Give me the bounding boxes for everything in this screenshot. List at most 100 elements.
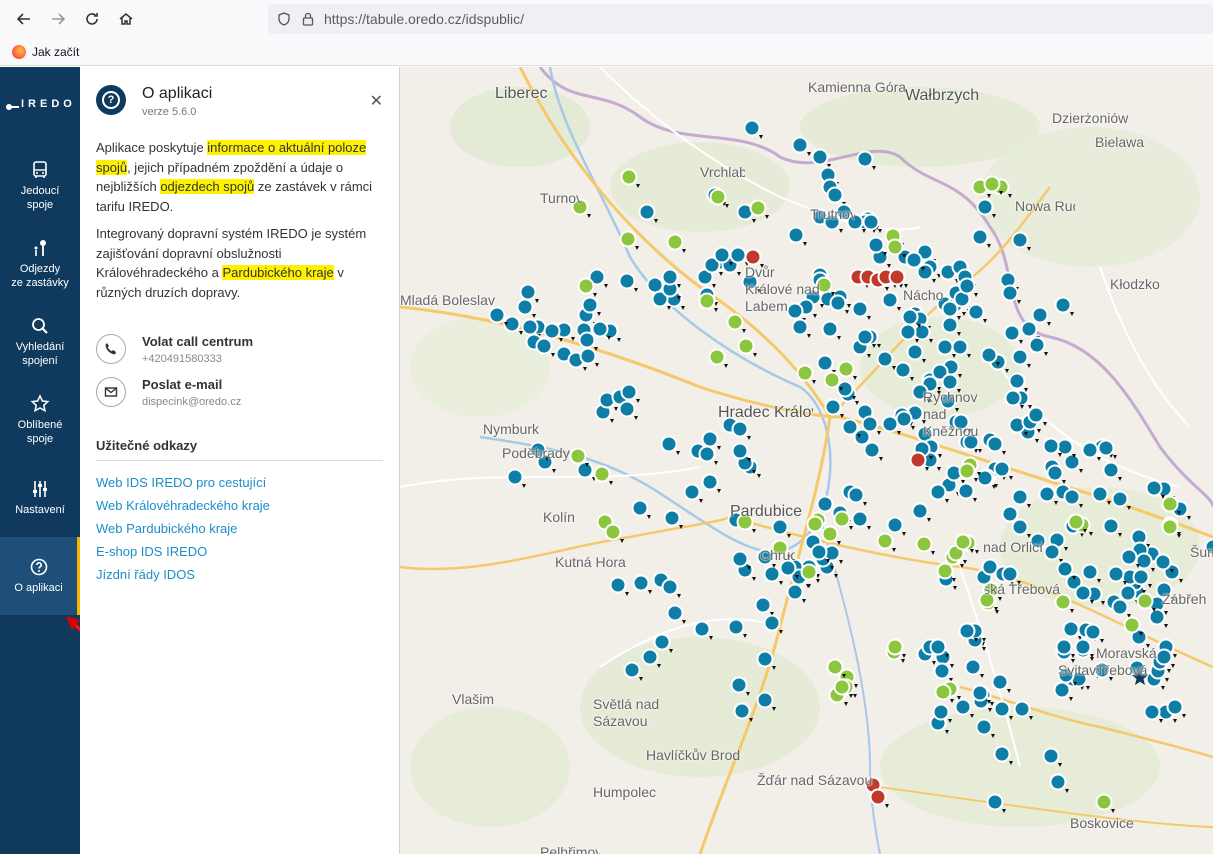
vehicle-marker-early[interactable] bbox=[833, 678, 851, 696]
vehicle-marker-on-time[interactable] bbox=[660, 435, 678, 453]
vehicle-marker-early[interactable] bbox=[954, 533, 972, 551]
vehicle-marker-on-time[interactable] bbox=[581, 296, 599, 314]
vehicle-marker-on-time[interactable] bbox=[1027, 406, 1045, 424]
vehicle-marker-on-time[interactable] bbox=[713, 246, 731, 264]
vehicle-marker-on-time[interactable] bbox=[856, 150, 874, 168]
vehicle-marker-on-time[interactable] bbox=[756, 691, 774, 709]
map-view[interactable]: Liberec Kamienna Góra Wałbrzych Dzierżon… bbox=[400, 67, 1213, 854]
vehicle-marker-on-time[interactable] bbox=[683, 483, 701, 501]
vehicle-marker-on-time[interactable] bbox=[1008, 372, 1026, 390]
back-button[interactable] bbox=[8, 3, 40, 35]
vehicle-marker-on-time[interactable] bbox=[754, 596, 772, 614]
vehicle-marker-on-time[interactable] bbox=[933, 662, 951, 680]
vehicle-marker-on-time[interactable] bbox=[1132, 568, 1150, 586]
vehicle-marker-on-time[interactable] bbox=[881, 415, 899, 433]
vehicle-marker-on-time[interactable] bbox=[731, 550, 749, 568]
vehicle-marker-on-time[interactable] bbox=[1107, 565, 1125, 583]
vehicle-marker-on-time[interactable] bbox=[929, 483, 947, 501]
vehicle-marker-on-time[interactable] bbox=[1102, 517, 1120, 535]
vehicle-marker-on-time[interactable] bbox=[816, 354, 834, 372]
vehicle-marker-early[interactable] bbox=[886, 238, 904, 256]
vehicle-marker-on-time[interactable] bbox=[646, 276, 664, 294]
vehicle-marker-early[interactable] bbox=[821, 525, 839, 543]
vehicle-marker-on-time[interactable] bbox=[895, 410, 913, 428]
vehicle-marker-delayed[interactable] bbox=[869, 788, 887, 806]
vehicle-marker-on-time[interactable] bbox=[519, 283, 537, 301]
vehicle-marker-on-time[interactable] bbox=[1011, 488, 1029, 506]
vehicle-marker-early[interactable] bbox=[1067, 513, 1085, 531]
vehicle-marker-on-time[interactable] bbox=[1011, 348, 1029, 366]
vehicle-marker-on-time[interactable] bbox=[851, 510, 869, 528]
vehicle-marker-on-time[interactable] bbox=[929, 638, 947, 656]
vehicle-marker-early[interactable] bbox=[886, 638, 904, 656]
vehicle-marker-on-time[interactable] bbox=[623, 661, 641, 679]
vehicle-marker-early[interactable] bbox=[1136, 592, 1154, 610]
vehicle-marker-on-time[interactable] bbox=[906, 343, 924, 361]
vehicle-marker-early[interactable] bbox=[708, 348, 726, 366]
vehicle-marker-on-time[interactable] bbox=[1148, 608, 1166, 626]
vehicle-marker-on-time[interactable] bbox=[578, 331, 596, 349]
vehicle-marker-early[interactable] bbox=[823, 371, 841, 389]
link-idos[interactable]: Jízdní řády IDOS bbox=[96, 567, 383, 583]
vehicle-marker-early[interactable] bbox=[936, 562, 954, 580]
vehicle-marker-on-time[interactable] bbox=[1074, 638, 1092, 656]
vehicle-marker-on-time[interactable] bbox=[771, 518, 789, 536]
sidebar-item-departures[interactable]: Odjezdy ze zastávky bbox=[0, 225, 80, 303]
vehicle-marker-on-time[interactable] bbox=[986, 793, 1004, 811]
vehicle-marker-on-time[interactable] bbox=[991, 673, 1009, 691]
vehicle-marker-on-time[interactable] bbox=[618, 272, 636, 290]
vehicle-marker-on-time[interactable] bbox=[824, 398, 842, 416]
sidebar-item-running-connections[interactable]: Jedoucí spoje bbox=[0, 147, 80, 225]
vehicle-marker-on-time[interactable] bbox=[971, 228, 989, 246]
vehicle-marker-early[interactable] bbox=[666, 233, 684, 251]
vehicle-marker-on-time[interactable] bbox=[899, 323, 917, 341]
vehicle-marker-on-time[interactable] bbox=[632, 574, 650, 592]
vehicle-marker-on-time[interactable] bbox=[976, 198, 994, 216]
vehicle-marker-on-time[interactable] bbox=[661, 268, 679, 286]
vehicle-marker-on-time[interactable] bbox=[576, 461, 594, 479]
home-button[interactable] bbox=[110, 3, 142, 35]
vehicle-marker-on-time[interactable] bbox=[1111, 598, 1129, 616]
link-pardubice-region[interactable]: Web Pardubického kraje bbox=[96, 521, 383, 537]
vehicle-marker-on-time[interactable] bbox=[811, 148, 829, 166]
vehicle-marker-on-time[interactable] bbox=[1145, 479, 1163, 497]
vehicle-marker-on-time[interactable] bbox=[863, 441, 881, 459]
vehicle-marker-on-time[interactable] bbox=[698, 445, 716, 463]
vehicle-marker-on-time[interactable] bbox=[916, 263, 934, 281]
vehicle-marker-on-time[interactable] bbox=[1013, 700, 1031, 718]
vehicle-marker-on-time[interactable] bbox=[829, 294, 847, 312]
close-icon[interactable]: ✕ bbox=[370, 91, 383, 111]
vehicle-marker-on-time[interactable] bbox=[1001, 565, 1019, 583]
vehicle-marker-early[interactable] bbox=[709, 188, 727, 206]
call-center-contact[interactable]: Volat call centrum +420491580333 bbox=[96, 334, 383, 365]
vehicle-marker-on-time[interactable] bbox=[867, 236, 885, 254]
link-iredo-web[interactable]: Web IDS IREDO pro cestující bbox=[96, 475, 383, 491]
vehicle-marker-early[interactable] bbox=[737, 337, 755, 355]
vehicle-marker-on-time[interactable] bbox=[876, 350, 894, 368]
vehicle-marker-on-time[interactable] bbox=[763, 565, 781, 583]
vehicle-marker-early[interactable] bbox=[915, 535, 933, 553]
vehicle-marker-on-time[interactable] bbox=[1081, 563, 1099, 581]
sidebar-item-about[interactable]: O aplikaci bbox=[0, 537, 80, 615]
vehicle-marker-on-time[interactable] bbox=[620, 383, 638, 401]
vehicle-marker-delayed[interactable] bbox=[909, 451, 927, 469]
vehicle-marker-on-time[interactable] bbox=[1004, 389, 1022, 407]
vehicle-marker-delayed[interactable] bbox=[744, 248, 762, 266]
vehicle-marker-on-time[interactable] bbox=[1143, 703, 1161, 721]
vehicle-marker-on-time[interactable] bbox=[821, 320, 839, 338]
vehicle-marker-early[interactable] bbox=[604, 523, 622, 541]
vehicle-marker-on-time[interactable] bbox=[993, 700, 1011, 718]
vehicle-marker-on-time[interactable] bbox=[663, 509, 681, 527]
vehicle-marker-on-time[interactable] bbox=[787, 226, 805, 244]
vehicle-marker-early[interactable] bbox=[698, 292, 716, 310]
vehicle-marker-on-time[interactable] bbox=[729, 246, 747, 264]
vehicle-marker-on-time[interactable] bbox=[535, 337, 553, 355]
vehicle-marker-on-time[interactable] bbox=[743, 119, 761, 137]
vehicle-marker-on-time[interactable] bbox=[841, 418, 859, 436]
vehicle-marker-early[interactable] bbox=[876, 532, 894, 550]
vehicle-marker-on-time[interactable] bbox=[913, 323, 931, 341]
vehicle-marker-on-time[interactable] bbox=[1001, 284, 1019, 302]
vehicle-marker-on-time[interactable] bbox=[856, 328, 874, 346]
vehicle-marker-early[interactable] bbox=[1123, 616, 1141, 634]
vehicle-marker-on-time[interactable] bbox=[851, 300, 869, 318]
